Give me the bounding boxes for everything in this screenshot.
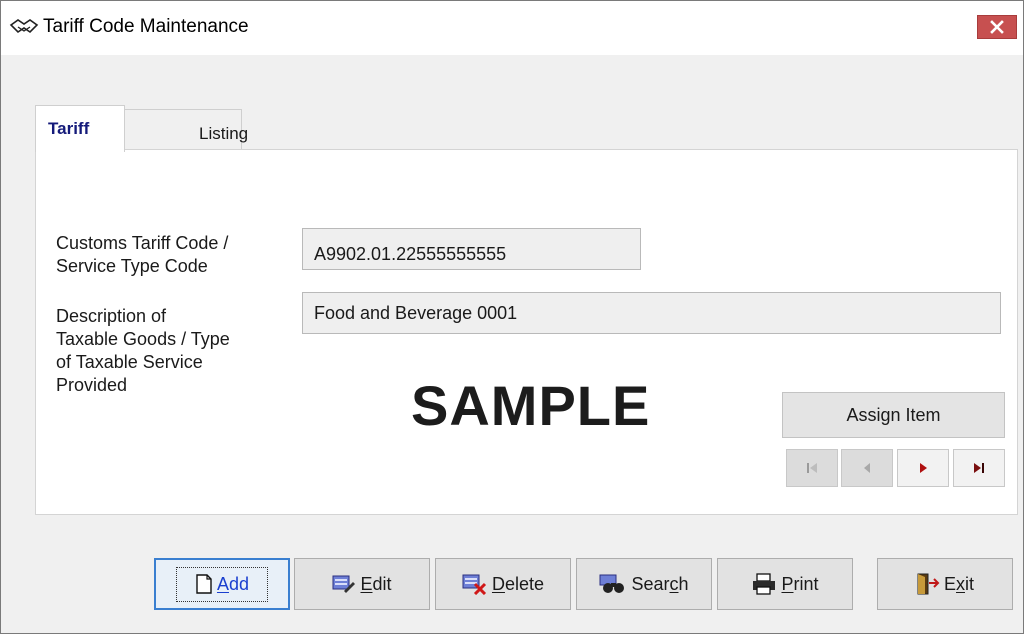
- last-record-button[interactable]: [953, 449, 1005, 487]
- description-label-line-3: of Taxable Service: [56, 352, 203, 372]
- next-record-icon: [920, 463, 927, 473]
- binoculars-icon: [599, 574, 627, 594]
- tariff-code-label-line-1: Customs Tariff Code /: [56, 233, 229, 253]
- tariff-code-maintenance-window: Tariff Code Maintenance Tariff Listing C…: [0, 0, 1024, 634]
- previous-record-button[interactable]: [841, 449, 893, 487]
- print-label: Print: [781, 573, 819, 594]
- last-record-icon: [974, 463, 984, 473]
- description-label-line-2: Taxable Goods / Type: [56, 329, 230, 349]
- tab-tariff-label: Tariff: [48, 119, 90, 138]
- print-button[interactable]: Print: [717, 558, 853, 610]
- description-input[interactable]: [302, 292, 1001, 334]
- first-record-icon: [807, 463, 817, 473]
- new-document-icon: [195, 574, 213, 594]
- assign-item-button[interactable]: Assign Item: [782, 392, 1005, 438]
- description-label-line-4: Provided: [56, 375, 128, 395]
- add-label: Add: [216, 573, 250, 594]
- exit-label: Exit: [943, 573, 974, 594]
- tab-listing-label: Listing: [199, 124, 249, 143]
- previous-record-icon: [864, 463, 870, 473]
- delete-button[interactable]: Delete: [435, 558, 571, 610]
- edit-label: Edit: [360, 573, 392, 594]
- printer-icon: [751, 573, 777, 595]
- tariff-code-label-line-2: Service Type Code: [56, 256, 208, 276]
- window-title: Tariff Code Maintenance: [43, 16, 249, 37]
- tariff-code-label: Customs Tariff Code / Service Type Code: [56, 232, 228, 278]
- title-bar: Tariff Code Maintenance: [1, 1, 1023, 55]
- tariff-code-input[interactable]: [302, 228, 641, 270]
- delete-label: Delete: [491, 573, 545, 594]
- tab-listing[interactable]: Listing: [124, 109, 248, 151]
- exit-button[interactable]: Exit: [877, 558, 1013, 610]
- delete-icon: [462, 573, 488, 595]
- close-icon: [990, 20, 1004, 34]
- description-label: Description of Taxable Goods / Type of T…: [56, 305, 230, 397]
- next-record-button[interactable]: [897, 449, 949, 487]
- search-label: Search: [631, 573, 689, 594]
- tab-tariff[interactable]: Tariff: [35, 105, 125, 152]
- edit-button[interactable]: Edit: [294, 558, 430, 610]
- handshake-icon: [9, 15, 39, 39]
- search-button[interactable]: Search: [576, 558, 712, 610]
- exit-door-icon: [916, 573, 940, 595]
- close-button[interactable]: [977, 15, 1017, 39]
- assign-item-label: Assign Item: [846, 404, 941, 425]
- first-record-button[interactable]: [786, 449, 838, 487]
- edit-icon: [332, 574, 356, 594]
- description-label-line-1: Description of: [56, 306, 167, 326]
- add-button[interactable]: Add: [154, 558, 290, 610]
- sample-watermark: SAMPLE: [411, 374, 651, 437]
